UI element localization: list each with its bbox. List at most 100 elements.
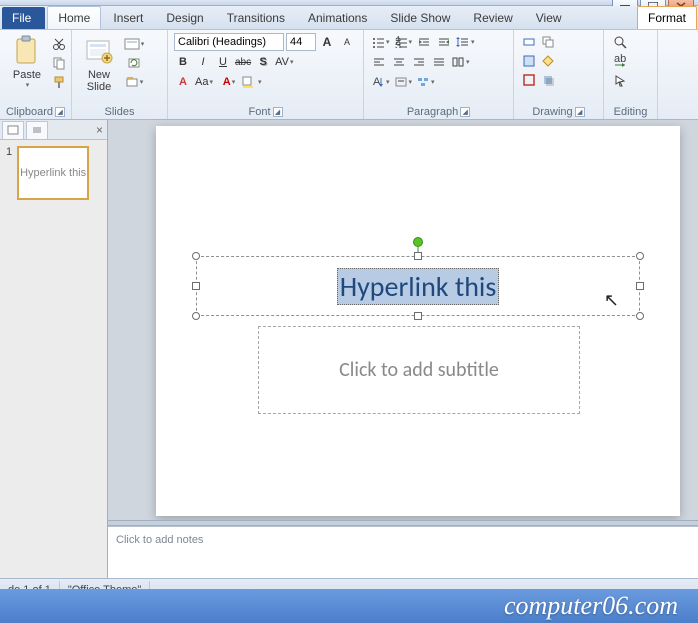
shrink-font-button[interactable]: A [338,33,356,51]
align-center-button[interactable] [390,53,408,71]
change-case-button[interactable]: Aa▾ [194,73,214,91]
shape-effects-button[interactable] [539,71,557,89]
shape-fill-button[interactable] [539,52,557,70]
format-painter-button[interactable] [50,73,68,91]
align-left-button[interactable] [370,53,388,71]
slide-canvas[interactable]: Hyperlink this ↖ Click to add subtitle [156,126,680,516]
font-dialog-launcher[interactable]: ◢ [273,107,283,117]
work-area: × 1 Hyperlink this Hyperlink this ↖ [0,120,698,578]
replace-button[interactable]: ab [610,52,650,70]
section-button[interactable]: ▾ [122,73,146,91]
svg-text:A: A [373,76,381,88]
resize-handle-t[interactable] [414,252,422,260]
decrease-indent-button[interactable] [415,33,433,51]
align-text-button[interactable]: ▾ [393,73,414,91]
tab-view[interactable]: View [525,6,573,29]
find-button[interactable] [610,33,650,51]
clipboard-group-label: Clipboard [6,106,53,118]
cut-button[interactable] [50,35,68,53]
align-right-button[interactable] [410,53,428,71]
resize-handle-l[interactable] [192,282,200,290]
watermark: computer06.com [0,589,698,623]
ribbon: Paste ▾ Clipboard◢ New Slide ▾ ▾ Slides [0,30,698,120]
paragraph-dialog-launcher[interactable]: ◢ [460,107,470,117]
char-spacing-button[interactable]: AV▾ [274,53,294,71]
paste-button[interactable]: Paste ▾ [6,33,48,91]
clipboard-dialog-launcher[interactable]: ◢ [55,107,65,117]
outline-tab-icon[interactable] [26,121,48,139]
drawing-dialog-launcher[interactable]: ◢ [575,107,585,117]
bold-button[interactable]: B [174,53,192,71]
tab-format[interactable]: Format [637,6,697,29]
reset-button[interactable] [122,54,146,72]
paste-label: Paste [13,69,41,81]
strikethrough-button[interactable]: abc [234,53,252,71]
resize-handle-tl[interactable] [192,252,200,260]
resize-handle-r[interactable] [636,282,644,290]
chevron-down-icon: ▾ [26,81,30,89]
tab-insert[interactable]: Insert [102,6,154,29]
subtitle-placeholder[interactable]: Click to add subtitle [258,326,580,414]
subtitle-placeholder-text: Click to add subtitle [339,358,499,382]
thumbnail-pane-close-icon[interactable]: × [96,123,103,137]
grow-font-button[interactable]: A [318,33,336,51]
title-text-selected[interactable]: Hyperlink this [337,268,500,305]
group-font: A A B I U abc S AV▾ A Aa▾ A▾ ▾ Font◢ [168,30,364,119]
watermark-text: computer06.com [504,591,678,621]
arrange-button[interactable] [539,33,557,51]
tab-design[interactable]: Design [155,6,214,29]
group-clipboard: Paste ▾ Clipboard◢ [0,30,72,119]
tab-file[interactable]: File [2,7,45,29]
svg-text:ab: ab [614,54,626,65]
tab-animations[interactable]: Animations [297,6,378,29]
numbering-button[interactable]: 123▾ [393,33,414,51]
layout-button[interactable]: ▾ [122,35,146,53]
font-size-combo[interactable] [286,33,316,51]
underline-button[interactable]: U [214,53,232,71]
resize-handle-br[interactable] [636,312,644,320]
resize-handle-b[interactable] [414,312,422,320]
group-paragraph: ▾ 123▾ ▾ ▾ A▾ ▾ ▾ Paragraph◢ [364,30,514,119]
columns-button[interactable]: ▾ [450,53,471,71]
shape-outline-button[interactable] [520,71,538,89]
notes-placeholder-text: Click to add notes [116,534,203,546]
slides-tab-icon[interactable] [2,121,24,139]
highlight-color-button[interactable]: ▾ [240,73,263,91]
new-slide-label: New Slide [87,69,111,93]
text-shadow-button[interactable]: S [254,53,272,71]
select-button[interactable] [610,71,650,89]
rotation-handle[interactable] [413,237,423,247]
tab-slideshow[interactable]: Slide Show [379,6,461,29]
justify-button[interactable] [430,53,448,71]
slide-thumbnail-1[interactable]: Hyperlink this [17,146,89,200]
font-name-combo[interactable] [174,33,284,51]
slide-editor: Hyperlink this ↖ Click to add subtitle C… [108,120,698,578]
copy-button[interactable] [50,54,68,72]
resize-handle-tr[interactable] [636,252,644,260]
bullets-button[interactable]: ▾ [370,33,391,51]
slide-thumbnail-pane: × 1 Hyperlink this [0,120,108,578]
group-editing: ab Editing [604,30,658,119]
line-spacing-button[interactable]: ▾ [455,33,476,51]
ribbon-tabs: File Home Insert Design Transitions Anim… [0,6,698,30]
notes-pane[interactable]: Click to add notes [108,526,698,578]
tab-home[interactable]: Home [47,6,101,29]
thumbnail-number: 1 [6,146,12,200]
italic-button[interactable]: I [194,53,212,71]
title-placeholder[interactable]: Hyperlink this ↖ [196,256,640,316]
new-slide-button[interactable]: New Slide [78,33,120,95]
text-direction-button[interactable]: A▾ [370,73,391,91]
paragraph-group-label: Paragraph [407,106,458,118]
slides-group-label: Slides [105,106,135,118]
increase-indent-button[interactable] [435,33,453,51]
clear-formatting-button[interactable]: A [174,73,192,91]
group-drawing: Drawing◢ [514,30,604,119]
tab-transitions[interactable]: Transitions [216,6,296,29]
shapes-gallery-button[interactable] [520,33,538,51]
font-color-button[interactable]: A▾ [220,73,238,91]
font-group-label: Font [248,106,270,118]
smartart-button[interactable]: ▾ [415,73,436,91]
tab-review[interactable]: Review [462,6,523,29]
resize-handle-bl[interactable] [192,312,200,320]
quick-styles-button[interactable] [520,52,538,70]
